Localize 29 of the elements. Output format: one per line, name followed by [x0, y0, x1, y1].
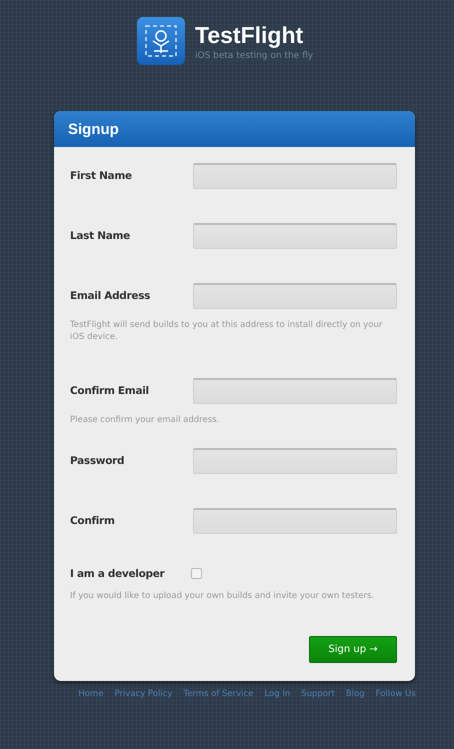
field-label: Confirm — [70, 514, 116, 527]
card-header: Signup — [54, 111, 415, 147]
footer-link[interactable]: Blog — [346, 689, 365, 700]
checkbox[interactable] — [191, 568, 202, 580]
sign-up-button[interactable]: Sign up → — [309, 636, 397, 664]
footer-link[interactable]: Follow Us — [376, 689, 416, 700]
text-field[interactable] — [193, 378, 397, 404]
field-label: Last Name — [70, 230, 131, 242]
text-field[interactable] — [193, 163, 397, 189]
footer-link[interactable]: Terms of Service — [183, 689, 254, 700]
field-label: Password — [70, 454, 126, 467]
field-label: I am a developer — [70, 568, 166, 580]
footer-link[interactable]: Log In — [264, 689, 290, 700]
help-text: If you would like to upload your own builds and invite your own testers. — [70, 590, 376, 602]
app-logo-icon — [137, 17, 185, 65]
text-field[interactable] — [193, 508, 397, 534]
footer-link[interactable]: Support — [301, 689, 335, 700]
help-text: Please confirm your email address. — [70, 414, 220, 426]
footer-link[interactable]: Home — [78, 689, 104, 700]
brand-name: TestFlight — [195, 22, 304, 48]
field-label: Confirm Email — [70, 384, 150, 397]
field-label: First Name — [70, 170, 133, 182]
text-field[interactable] — [193, 223, 397, 249]
text-field[interactable] — [193, 283, 397, 309]
help-text: TestFlight will send builds to you at this address to install directly on your iOS device. — [70, 319, 384, 344]
brand-tagline: iOS beta testing on the fly — [195, 50, 314, 60]
footer-link[interactable]: Privacy Policy — [114, 689, 172, 700]
text-field[interactable] — [193, 448, 397, 474]
field-label: Email Address — [70, 290, 152, 302]
